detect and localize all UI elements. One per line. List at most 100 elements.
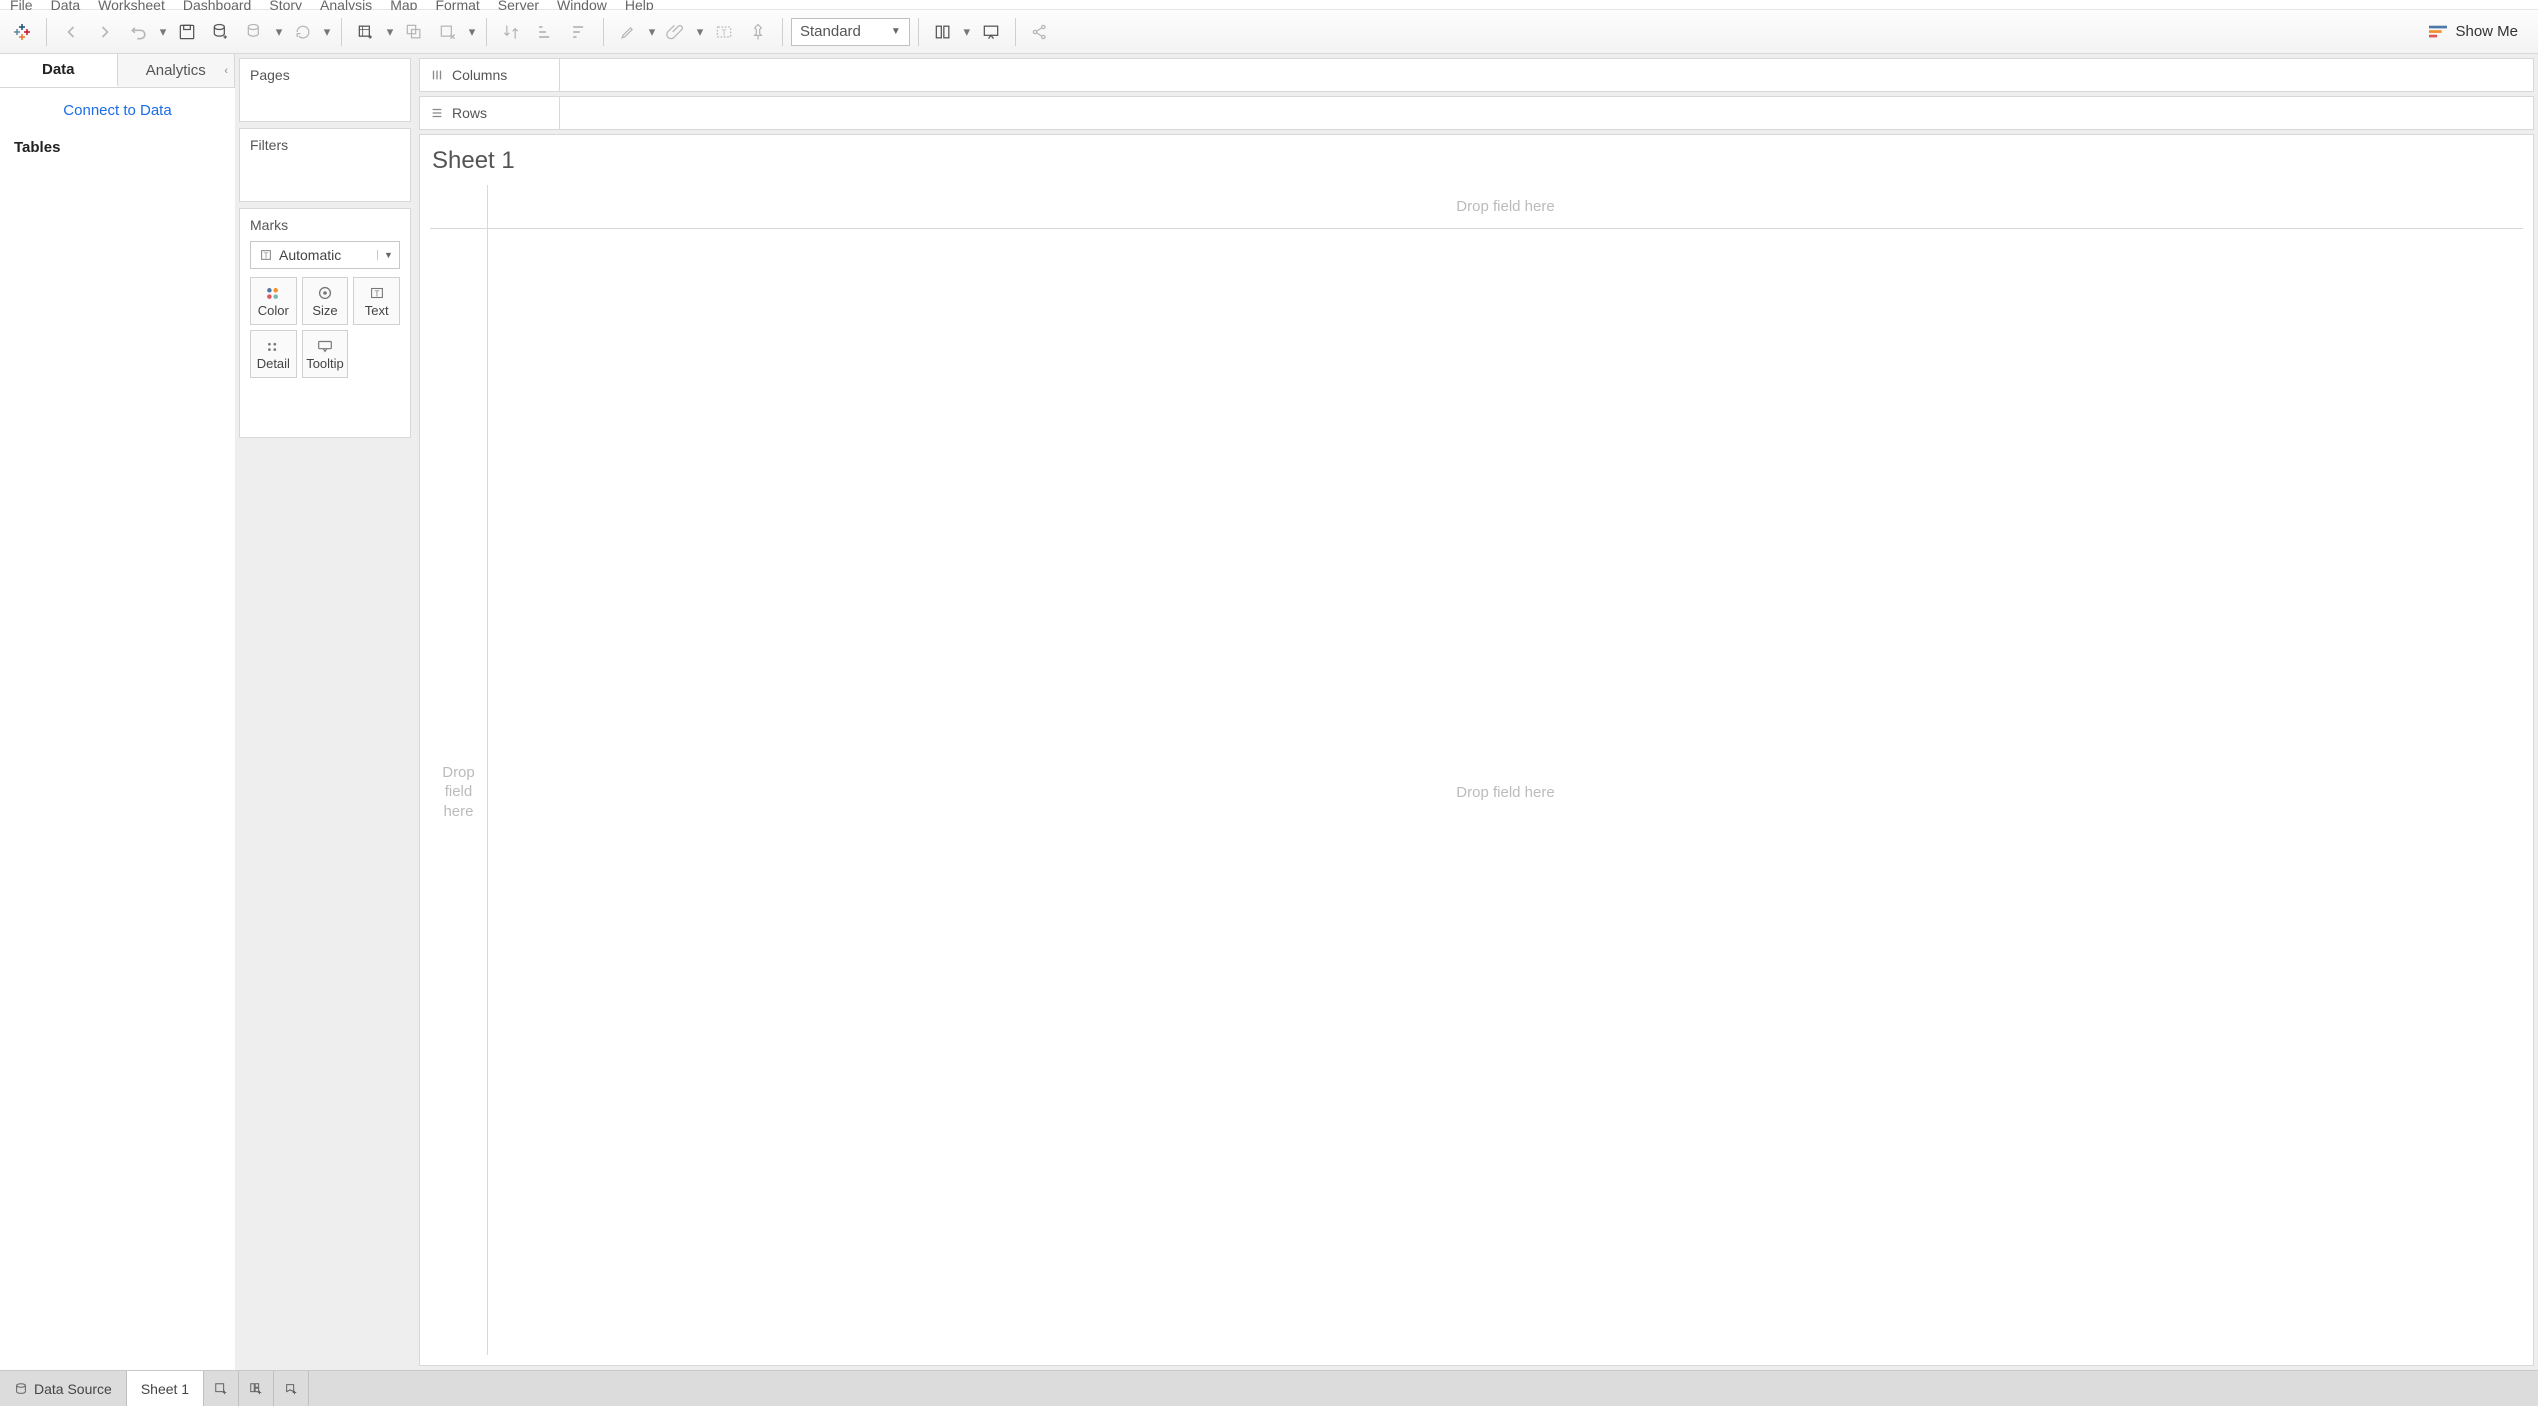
new-story-tab[interactable]: [274, 1371, 309, 1406]
rows-icon: [430, 106, 444, 120]
mark-type-select[interactable]: T Automatic ▼: [250, 241, 400, 269]
text-shelf[interactable]: T Text: [353, 277, 400, 325]
worksheet-clear-icon: [438, 22, 458, 42]
tooltip-icon: [316, 338, 334, 354]
clear-dropdown[interactable]: ▾: [466, 24, 478, 40]
svg-text:T: T: [264, 252, 269, 261]
tab-data-source[interactable]: Data Source: [0, 1371, 127, 1406]
pages-card[interactable]: Pages: [239, 58, 411, 122]
highlight-dropdown[interactable]: ▾: [646, 24, 658, 40]
save-button[interactable]: [171, 16, 203, 48]
undo-button[interactable]: [55, 16, 87, 48]
svg-text:T: T: [374, 289, 379, 298]
rows-shelf[interactable]: Rows: [419, 96, 2534, 130]
columns-icon: [430, 68, 444, 82]
presentation-mode-button[interactable]: [975, 16, 1007, 48]
arrow-right-icon: [95, 22, 115, 42]
view-drop-zone: Drop field here Drop field here Drop fie…: [430, 185, 2523, 1355]
tooltip-shelf[interactable]: Tooltip: [302, 330, 349, 378]
rows-drop-zone[interactable]: [560, 97, 2533, 129]
svg-text:T: T: [721, 27, 726, 37]
save-icon: [177, 22, 197, 42]
revert-button[interactable]: [123, 16, 155, 48]
show-hide-cards-button[interactable]: [927, 16, 959, 48]
toolbar: ▾ ▾ ▾ ▾ ▾: [0, 10, 2538, 54]
database-add-icon: [211, 22, 231, 42]
filters-card[interactable]: Filters: [239, 128, 411, 202]
sheet-title[interactable]: Sheet 1: [430, 143, 2523, 185]
chevron-down-icon: ▼: [891, 26, 901, 37]
duplicate-icon: [404, 22, 424, 42]
worksheet-add-icon: [356, 22, 376, 42]
cards-dropdown[interactable]: ▾: [961, 24, 973, 40]
sort-desc-icon: [569, 22, 589, 42]
mark-type-chevron-icon: ▼: [377, 250, 399, 260]
drop-corner: [430, 185, 488, 229]
new-worksheet-tab[interactable]: [204, 1371, 239, 1406]
swap-icon: [501, 22, 521, 42]
sheet1-label: Sheet 1: [141, 1381, 189, 1397]
fit-mode-select[interactable]: Standard ▼: [791, 18, 910, 46]
size-icon: [316, 285, 334, 301]
drop-rows-hint[interactable]: Drop field here: [430, 229, 488, 1355]
text-icon: T: [368, 285, 386, 301]
color-label: Color: [258, 303, 289, 318]
tab-analytics[interactable]: Analytics ‹: [118, 54, 236, 87]
rows-label: Rows: [452, 105, 487, 121]
clear-button[interactable]: [432, 16, 464, 48]
tab-data[interactable]: Data: [0, 54, 118, 87]
mark-type-label: Automatic: [279, 247, 341, 263]
columns-shelf[interactable]: Columns: [419, 58, 2534, 92]
tableau-logo-button[interactable]: [6, 16, 38, 48]
swap-button[interactable]: [495, 16, 527, 48]
tableau-logo-icon: [12, 22, 32, 42]
show-labels-button[interactable]: T: [708, 16, 740, 48]
redo-button[interactable]: [89, 16, 121, 48]
presentation-icon: [981, 22, 1001, 42]
automatic-mark-icon: T: [259, 248, 273, 262]
view-area: Columns Rows Sheet 1 Drop field here Dro…: [415, 54, 2538, 1370]
drop-main-hint[interactable]: Drop field here: [488, 229, 2523, 1355]
filters-title: Filters: [250, 135, 400, 159]
highlight-button[interactable]: [612, 16, 644, 48]
pause-auto-updates-button[interactable]: [239, 16, 271, 48]
duplicate-button[interactable]: [398, 16, 430, 48]
detail-shelf[interactable]: Detail: [250, 330, 297, 378]
group-dropdown[interactable]: ▾: [694, 24, 706, 40]
refresh-button[interactable]: [287, 16, 319, 48]
columns-drop-zone[interactable]: [560, 59, 2533, 91]
marks-title: Marks: [250, 215, 400, 239]
refresh-dropdown[interactable]: ▾: [321, 24, 333, 40]
new-data-source-button[interactable]: [205, 16, 237, 48]
bottom-tab-bar: Data Source Sheet 1: [0, 1370, 2538, 1406]
drop-columns-hint[interactable]: Drop field here: [488, 185, 2523, 229]
group-button[interactable]: [660, 16, 692, 48]
new-dashboard-tab[interactable]: [239, 1371, 274, 1406]
fit-mode-label: Standard: [800, 23, 861, 40]
sort-desc-button[interactable]: [563, 16, 595, 48]
share-button[interactable]: [1024, 16, 1056, 48]
main-area: Data Analytics ‹ Connect to Data Tables …: [0, 54, 2538, 1370]
color-icon: [264, 285, 282, 301]
pin-icon: [748, 22, 768, 42]
data-source-icon: [14, 1382, 28, 1396]
new-worksheet-button[interactable]: [350, 16, 382, 48]
color-shelf[interactable]: Color: [250, 277, 297, 325]
marks-card: Marks T Automatic ▼ Color: [239, 208, 411, 438]
new-worksheet-dropdown[interactable]: ▾: [384, 24, 396, 40]
sort-asc-button[interactable]: [529, 16, 561, 48]
show-me-button[interactable]: Show Me: [2429, 23, 2532, 40]
size-shelf[interactable]: Size: [302, 277, 349, 325]
tooltip-label: Tooltip: [306, 356, 344, 371]
pause-dropdown[interactable]: ▾: [273, 24, 285, 40]
connect-to-data-link[interactable]: Connect to Data: [0, 88, 235, 133]
cards-icon: [933, 22, 953, 42]
data-pane: Data Analytics ‹ Connect to Data Tables: [0, 54, 235, 1370]
show-me-label: Show Me: [2455, 23, 2518, 40]
undo-loop-icon: [129, 22, 149, 42]
revert-dropdown[interactable]: ▾: [157, 24, 169, 40]
side-tabs: Data Analytics ‹: [0, 54, 235, 88]
tab-sheet-1[interactable]: Sheet 1: [127, 1371, 204, 1406]
pin-button[interactable]: [742, 16, 774, 48]
collapse-pane-icon[interactable]: ‹: [224, 65, 228, 77]
